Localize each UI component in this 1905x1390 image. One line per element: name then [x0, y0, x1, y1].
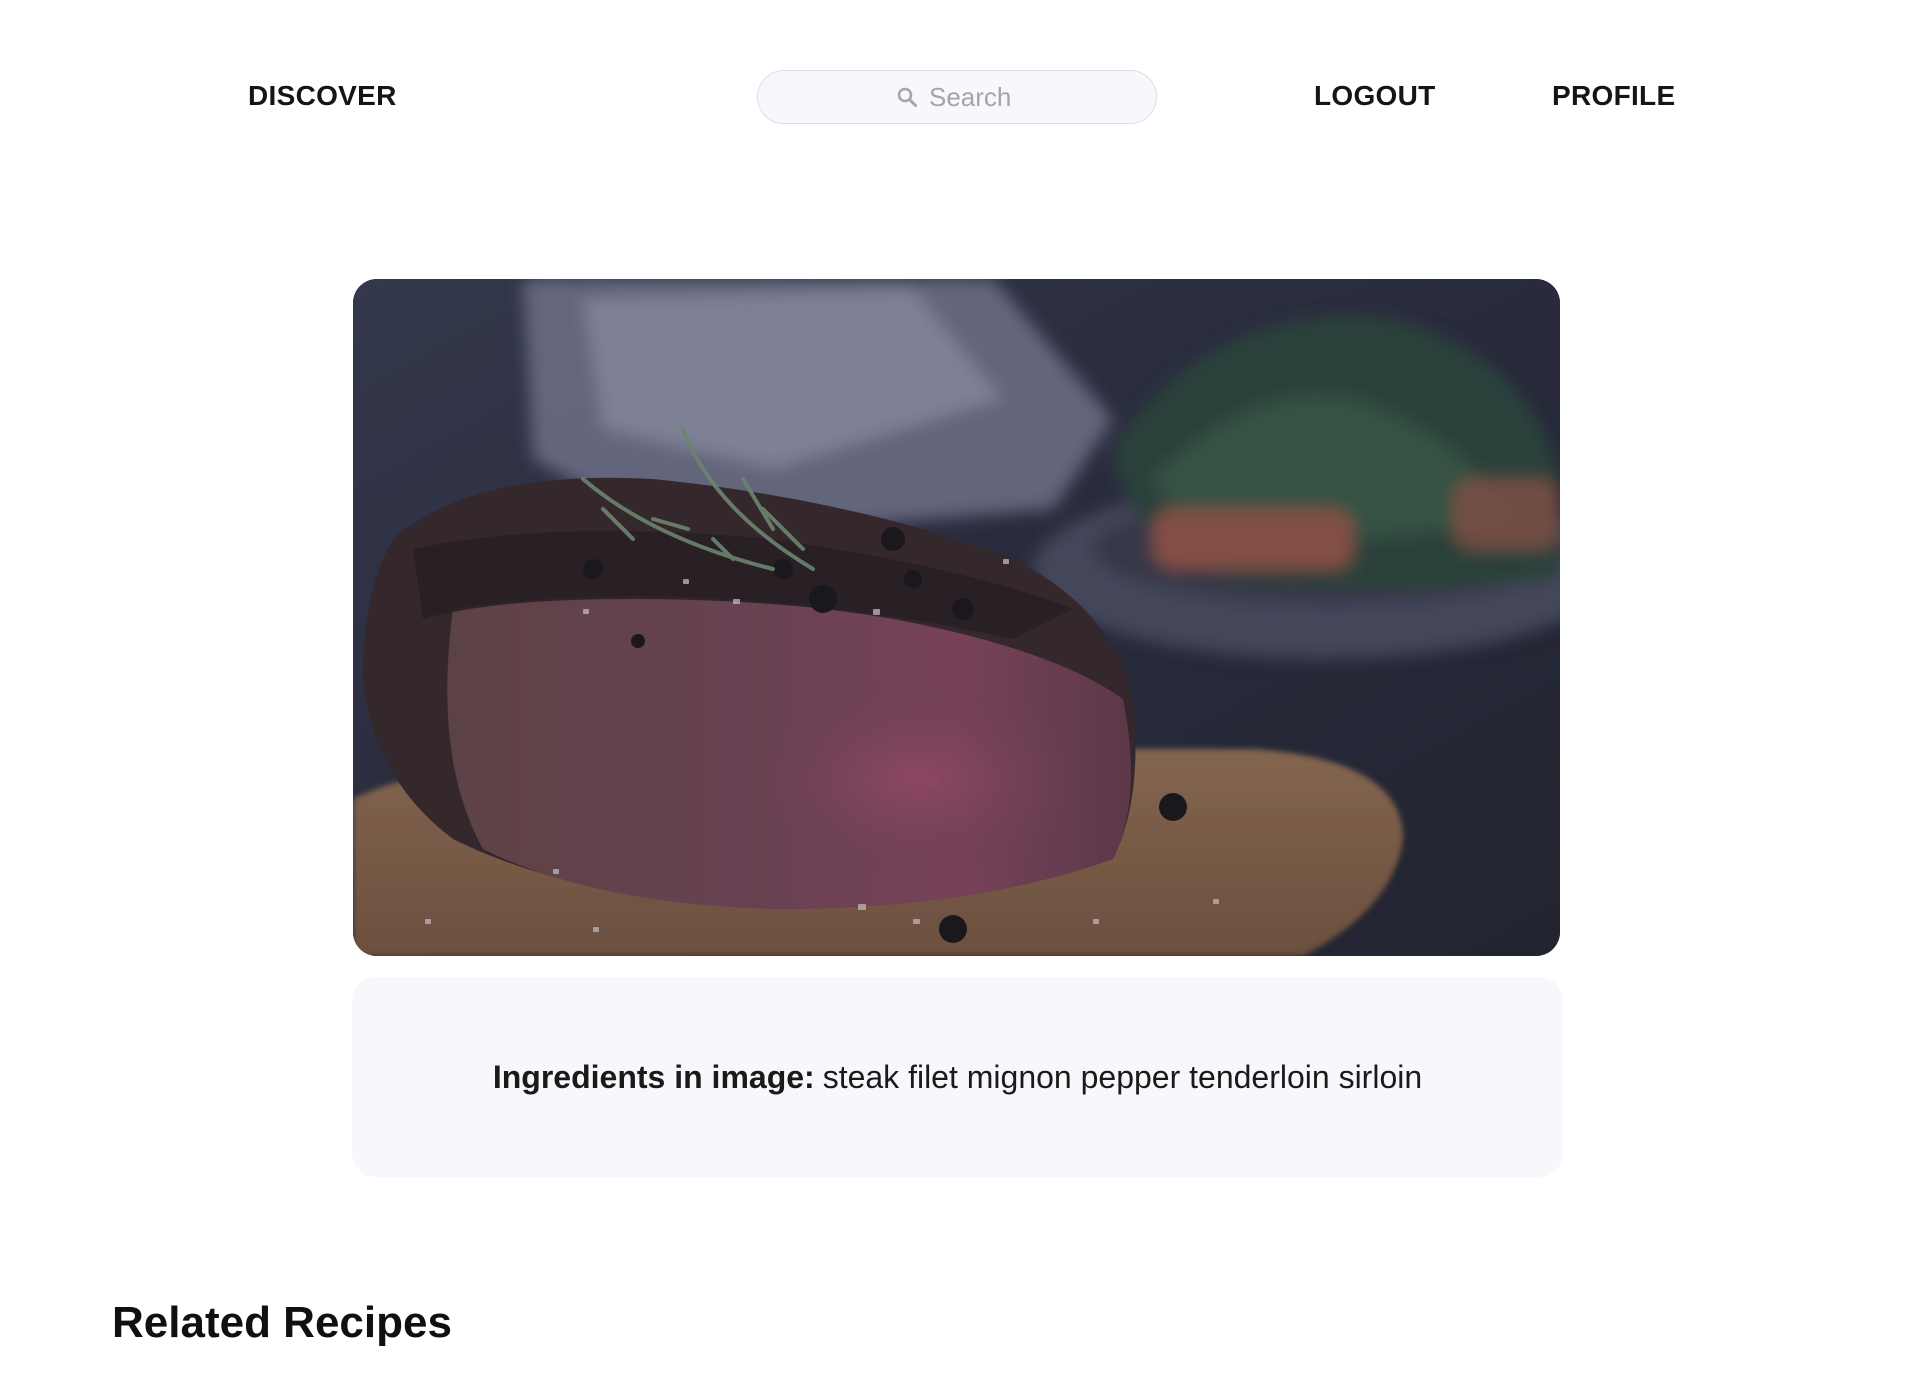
ingredients-panel: Ingredients in image: steak filet mignon…	[352, 977, 1563, 1177]
search-bar[interactable]	[757, 70, 1157, 124]
related-recipes-heading: Related Recipes	[112, 1298, 452, 1347]
ingredients-label: Ingredients in image:	[492, 1058, 815, 1095]
search-input[interactable]	[929, 81, 1019, 113]
search-icon	[895, 85, 919, 109]
ingredients-list: steak filet mignon pepper tenderloin sir…	[822, 1058, 1423, 1095]
nav-logout-link[interactable]: LOGOUT	[1314, 80, 1436, 112]
nav-discover-link[interactable]: DISCOVER	[248, 80, 397, 112]
hero-food-image	[353, 279, 1560, 956]
nav-profile-link[interactable]: PROFILE	[1552, 80, 1675, 112]
